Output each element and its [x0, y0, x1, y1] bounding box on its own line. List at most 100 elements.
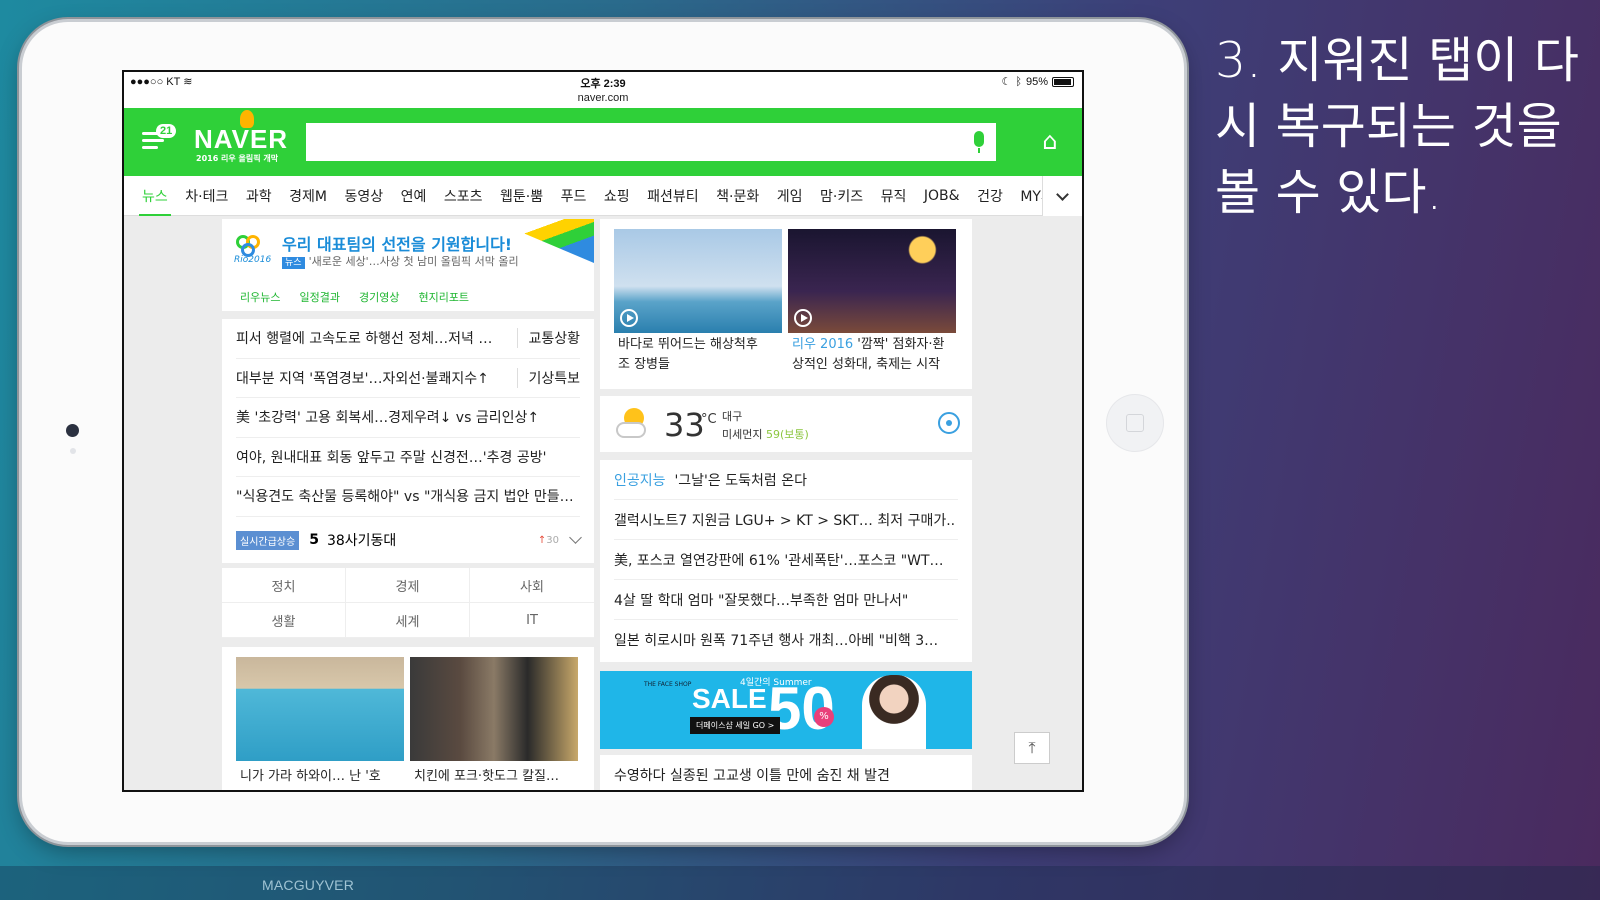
news-item[interactable]: 美, 포스코 열연강판에 61% '관세폭탄'…포스코 "WT… — [614, 540, 958, 580]
menu-icon[interactable]: 21 — [142, 124, 177, 154]
footer-bar — [0, 866, 1600, 900]
rio-subtitle: 뉴스 '새로운 세상'…사상 첫 남미 올림픽 서막 올리 — [282, 253, 519, 269]
tab-item[interactable]: 뉴스 — [139, 176, 171, 216]
ad-brand: THE FACE SHOP — [644, 681, 692, 688]
status-bar: ●●●○○ KT ≋ 오후 2:39 ☾ ᛒ 95% — [124, 72, 1082, 92]
tab-item[interactable]: 맘·키즈 — [817, 176, 866, 216]
chevron-down-icon[interactable] — [1042, 176, 1082, 216]
rio-link[interactable]: 현지리포트 — [418, 289, 469, 305]
weather-dust: 미세먼지 59(보통) — [722, 428, 809, 441]
category-link[interactable]: IT — [470, 603, 594, 638]
weather-temp: 33 — [664, 406, 705, 444]
photo-politicians[interactable] — [410, 657, 578, 761]
rio-link[interactable]: 리우뉴스 — [240, 289, 280, 305]
bluetooth-icon: ᛒ — [1015, 75, 1022, 88]
headline-item[interactable]: 美 '초강력' 고용 회복세…경제우려↓ vs 금리인상↑ — [236, 398, 580, 438]
headline-item[interactable]: 여야, 원내대표 회동 앞두고 주말 신경전…'추경 공방' — [236, 438, 580, 477]
tab-item[interactable]: 패션뷰티 — [644, 176, 702, 216]
headline-item[interactable]: 대부분 지역 '폭염경보'…자외선·불쾌지수↑ 기상특보 — [236, 359, 580, 398]
slide-caption: 3. 지워진 탭이 다시 복구되는 것을 볼 수 있다. — [1215, 32, 1579, 221]
tab-item[interactable]: 연예 — [398, 176, 430, 216]
mic-icon[interactable] — [974, 131, 984, 147]
tab-item[interactable]: 책·문화 — [713, 176, 762, 216]
play-icon[interactable] — [620, 309, 638, 327]
tab-item[interactable]: 푸드 — [558, 176, 590, 216]
category-link[interactable]: 경제 — [346, 568, 470, 603]
weather-widget[interactable]: 33 °C 대구 미세먼지 59(보통) — [600, 396, 972, 452]
rio-logo-text: Rio2016 — [234, 255, 272, 265]
ad-button[interactable]: 더페이스샵 세일 GO > — [690, 717, 781, 734]
search-input[interactable] — [306, 123, 996, 161]
tab-item[interactable]: 쇼핑 — [601, 176, 633, 216]
naver-logo[interactable]: NAVER — [194, 124, 288, 155]
tab-item[interactable]: 게임 — [774, 176, 806, 216]
moon-icon: ☾ — [1001, 76, 1012, 88]
category-link[interactable]: 생활 — [222, 603, 346, 638]
photo-caption[interactable]: 바다로 뛰어드는 해상척후 조 장병들 — [618, 335, 758, 375]
rio-link[interactable]: 경기영상 — [359, 289, 399, 305]
tab-item[interactable]: 뮤직 — [878, 176, 910, 216]
tab-item[interactable]: 건강 — [974, 176, 1006, 216]
photo-news-left: 니가 가라 하와이… 난 '호 치킨에 포크·핫도그 칼질… — [222, 647, 594, 790]
photo-caption[interactable]: 치킨에 포크·핫도그 칼질… — [414, 765, 582, 784]
rio-banner[interactable]: Rio2016 우리 대표팀의 선전을 기원합니다! 뉴스 '새로운 세상'…사상… — [222, 219, 594, 311]
naver-header: 21 NAVER 2016 리우 올림픽 개막 ⌂ — [124, 108, 1082, 176]
news-item[interactable]: 4살 딸 학대 엄마 "잘못했다…부족한 엄마 만나서" — [614, 580, 958, 620]
tab-item[interactable]: JOB& — [921, 178, 963, 214]
menu-badge: 21 — [156, 124, 177, 138]
arrow-up-icon[interactable]: ⤒ — [1014, 732, 1050, 764]
realtime-rank: 5 — [309, 532, 319, 548]
news-item[interactable]: 일본 히로시마 원폭 71주년 행사 개최…아베 "비핵 3… — [614, 620, 958, 660]
rio-links: 리우뉴스 일정결과 경기영상 현지리포트 — [240, 289, 469, 305]
rio-link[interactable]: 일정결과 — [299, 289, 339, 305]
news-badge: 뉴스 — [282, 257, 305, 269]
weather-unit: °C — [701, 412, 717, 427]
headline-tag[interactable]: 교통상황 — [517, 328, 580, 349]
home-add-icon[interactable]: ⌂ — [1036, 128, 1064, 154]
category-link[interactable]: 정치 — [222, 568, 346, 603]
photo-caption[interactable]: 니가 가라 하와이… 난 '호 — [240, 765, 408, 784]
ad-model-image — [862, 675, 926, 749]
battery-icon — [1052, 76, 1074, 87]
photo-pool[interactable] — [236, 657, 404, 761]
rio-title: 우리 대표팀의 선전을 기원합니다! — [282, 235, 513, 254]
play-icon[interactable] — [794, 309, 812, 327]
headline-tag[interactable]: 기상특보 — [517, 367, 580, 388]
photo-news-right: 바다로 뛰어드는 해상척후 조 장병들 리우 2016 '깜짝' 점화자·환 상… — [600, 219, 972, 389]
tab-item[interactable]: 동영상 — [341, 176, 386, 216]
category-tabs: 뉴스 차·테크 과학 경제M 동영상 연예 스포츠 웹툰·뿜 푸드 쇼핑 패션뷰티 책·문화 게임 맘·키… — [124, 176, 1082, 216]
category-link[interactable]: 사회 — [470, 568, 594, 603]
headline-item[interactable]: "식용견도 축산물 등록해야" vs "개식용 금지 법안 만들… — [236, 477, 580, 517]
tab-item[interactable]: 웹툰·뿜 — [497, 176, 546, 216]
status-time: 오후 2:39 — [580, 78, 626, 90]
ad-percent: % — [814, 707, 834, 727]
tab-item[interactable]: 스포츠 — [441, 176, 486, 216]
ad-banner[interactable]: THE FACE SHOP 4일간의 Summer SALE 50 % 더페이스… — [600, 671, 972, 749]
category-link[interactable]: 세계 — [346, 603, 470, 638]
photo-caption[interactable]: 리우 2016 '깜짝' 점화자·환 상적인 성화대, 축제는 시작 — [792, 335, 964, 375]
url-bar[interactable]: naver.com — [124, 92, 1082, 108]
category-grid: 정치 경제 사회 생활 세계 IT — [222, 568, 594, 638]
logo-subtitle: 2016 리우 올림픽 개막 — [196, 154, 279, 163]
ad-sale: SALE — [692, 683, 767, 714]
ipad-screen: ●●●○○ KT ≋ 오후 2:39 ☾ ᛒ 95% naver.com 21 … — [122, 70, 1084, 792]
photo-torch[interactable] — [788, 229, 956, 333]
news-item[interactable]: 인공지능 '그날'은 도둑처럼 온다 — [614, 460, 958, 500]
partly-sunny-icon — [614, 406, 654, 442]
weather-city: 대구 — [722, 410, 743, 423]
footer-brand: MACGUYVER — [262, 877, 355, 893]
arrow-up-icon: ↑ — [537, 534, 547, 546]
news-item[interactable]: 수영하다 실종된 고교생 이틀 만에 숨진 채 발견 — [600, 755, 972, 790]
location-icon[interactable] — [938, 412, 960, 434]
battery-percent: 95% — [1025, 75, 1048, 88]
camera — [66, 424, 79, 437]
tab-item[interactable]: 경제M — [286, 176, 330, 216]
home-button[interactable] — [1106, 394, 1164, 452]
headline-item[interactable]: 피서 행렬에 고속도로 하행선 정체…저녁 … 교통상황 — [236, 319, 580, 359]
tab-item[interactable]: 차·테크 — [182, 176, 231, 216]
news-item[interactable]: 갤럭시노트7 지원금 LGU+ > KT > SKT… 최저 구매가.. — [614, 500, 958, 540]
realtime-keyword[interactable]: 실시간급상승 5 38사기동대 ↑30 — [236, 525, 582, 555]
photo-helicopter[interactable] — [614, 229, 782, 333]
tab-item[interactable]: 과학 — [243, 176, 275, 216]
chevron-down-icon[interactable] — [569, 531, 582, 544]
